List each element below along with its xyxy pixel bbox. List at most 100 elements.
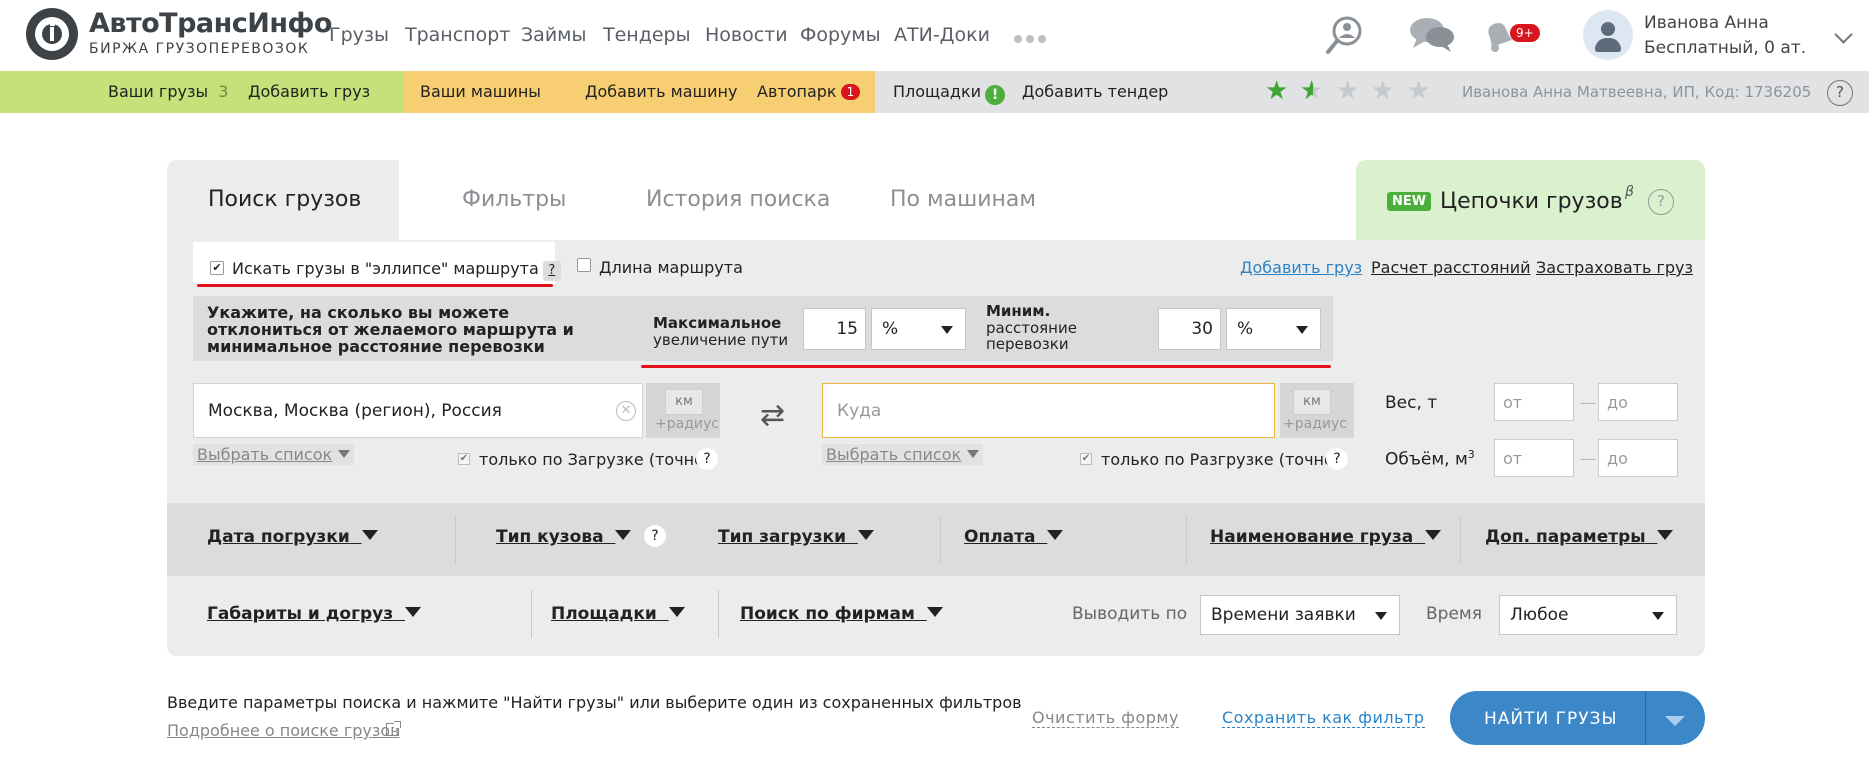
tab-by-trucks[interactable]: По машинам [890, 187, 1036, 212]
tab-search-history[interactable]: История поиска [646, 187, 830, 212]
from-choose-list-label: Выбрать список [197, 445, 333, 464]
to-radius-km[interactable]: км [1293, 389, 1331, 415]
to-choose-list-label: Выбрать список [826, 445, 962, 464]
body-type-help-button[interactable]: ? [644, 525, 666, 547]
ellipse-label: Искать грузы в "эллипсе" маршрута? [232, 259, 561, 281]
max-increase-unit-select[interactable]: % [871, 308, 966, 350]
divider [1186, 516, 1187, 564]
nav-transport[interactable]: Транспорт [405, 24, 510, 46]
fleet-link[interactable]: Автопарк 1 [757, 82, 861, 101]
nav-forums[interactable]: Форумы [800, 24, 881, 46]
volume-unit-sup: 3 [1467, 448, 1475, 461]
add-cargo-link[interactable]: Добавить груз [248, 82, 370, 101]
volume-label-text: Объём, м [1385, 449, 1468, 470]
logo-icon[interactable] [26, 8, 78, 60]
filter-company-search[interactable]: Поиск по фирмам [740, 604, 943, 624]
min-distance-unit-select[interactable]: % [1226, 308, 1321, 350]
filter-payment-label: Оплата [964, 527, 1036, 547]
search-hint: Введите параметры поиска и нажмите "Найт… [167, 693, 1022, 712]
nav-cargo[interactable]: Грузы [329, 24, 389, 46]
chevron-down-icon[interactable] [1834, 25, 1853, 44]
nav-news[interactable]: Новости [705, 24, 788, 46]
add-cargo-inline-link[interactable]: Добавить груз [1240, 258, 1362, 277]
only-loading-checkbox[interactable]: ✔ [458, 453, 470, 465]
time-select[interactable]: Любое [1499, 595, 1677, 635]
from-city-input[interactable]: Москва, Москва (регион), Россия [193, 383, 643, 438]
max-unit-value: % [882, 319, 899, 339]
ellipse-checkbox[interactable]: ✔ [210, 261, 224, 275]
tab-search-cargo[interactable]: Поиск грузов [208, 187, 361, 212]
avatar[interactable] [1583, 10, 1633, 60]
add-tender-link[interactable]: Добавить тендер [1022, 82, 1168, 101]
add-truck-link[interactable]: Добавить машину [585, 82, 737, 101]
swap-direction-icon[interactable]: ⇄ [760, 398, 785, 433]
my-trucks-link[interactable]: Ваши машины [420, 82, 541, 101]
rating-star-empty-icon[interactable]: ★ [1407, 78, 1430, 104]
only-unloading-help-button[interactable]: ? [1326, 448, 1348, 470]
more-about-search-link[interactable]: Подробнее о поиске грузов [167, 721, 400, 740]
divider [1460, 516, 1461, 564]
search-people-icon[interactable] [1325, 14, 1365, 56]
platforms-link[interactable]: Площадки! [893, 82, 1006, 105]
only-loading-help-button[interactable]: ? [696, 448, 718, 470]
nav-ati-docs[interactable]: АТИ-Доки [894, 24, 990, 46]
filter-load-type-label: Тип загрузки [718, 527, 846, 547]
clear-form-button[interactable]: Очистить форму [1032, 708, 1179, 728]
rating-star-empty-icon[interactable]: ★ [1336, 78, 1359, 104]
external-link-icon[interactable] [386, 721, 401, 736]
more-menu-icon[interactable] [1014, 28, 1050, 47]
nav-loans[interactable]: Займы [521, 24, 587, 46]
from-radius-km[interactable]: км [665, 389, 703, 415]
filter-load-date[interactable]: Дата погрузки [207, 527, 378, 547]
brand-title[interactable]: АвтоТрансИнфо [89, 8, 332, 39]
cargo-chains-label[interactable]: Цепочки грузов [1440, 189, 1623, 214]
sort-value: Времени заявки [1211, 605, 1356, 625]
to-city-input[interactable]: Куда [822, 383, 1275, 438]
filter-load-type[interactable]: Тип загрузки [718, 527, 874, 547]
min-distance-input[interactable]: 30 [1158, 308, 1221, 350]
help-button[interactable]: ? [1827, 80, 1853, 106]
weight-from-input[interactable]: от [1494, 383, 1574, 421]
min-distance-sub2: перевозки [986, 335, 1069, 353]
sort-label: Выводить по [1072, 604, 1188, 624]
nav-tenders[interactable]: Тендеры [603, 24, 691, 46]
filter-extra-params[interactable]: Доп. параметры [1485, 527, 1674, 547]
my-cargo-link[interactable]: Ваши грузы 3 [108, 82, 228, 101]
platforms-badge: ! [985, 85, 1006, 105]
distance-calc-link[interactable]: Расчет расстояний [1371, 258, 1531, 277]
chevron-down-icon[interactable] [1665, 716, 1685, 726]
ellipse-help-button[interactable]: ? [542, 261, 561, 281]
route-length-checkbox[interactable] [577, 258, 591, 272]
volume-label: Объём, м3 [1385, 448, 1475, 470]
volume-from-input[interactable]: от [1494, 439, 1574, 477]
filter-body-type[interactable]: Тип кузова [496, 527, 632, 547]
filter-payment[interactable]: Оплата [964, 527, 1064, 547]
find-cargo-label[interactable]: НАЙТИ ГРУЗЫ [1484, 709, 1618, 729]
tab-filters[interactable]: Фильтры [462, 187, 566, 212]
rating-star-empty-icon[interactable]: ★ [1371, 78, 1394, 104]
filter-cargo-name[interactable]: Наименование груза [1210, 527, 1442, 547]
filter-load-date-label: Дата погрузки [207, 527, 350, 547]
clear-icon[interactable]: ✕ [616, 401, 636, 421]
user-plan: Бесплатный, 0 ат. [1644, 38, 1807, 58]
weight-to-input[interactable]: до [1598, 383, 1678, 421]
chat-icon[interactable] [1409, 16, 1455, 54]
user-name[interactable]: Иванова Анна [1644, 13, 1769, 33]
rating-star-icon[interactable]: ★ [1265, 78, 1288, 104]
volume-to-input[interactable]: до [1598, 439, 1678, 477]
filter-dimensions[interactable]: Габариты и догруз [207, 604, 421, 624]
filter-platforms[interactable]: Площадки [551, 604, 685, 624]
profile-info[interactable]: Иванова Анна Матвеевна, ИП, Код: 1736205 [1462, 83, 1811, 101]
max-increase-input[interactable]: 15 [803, 308, 866, 350]
save-filter-button[interactable]: Сохранить как фильтр [1222, 708, 1425, 728]
from-choose-list[interactable]: Выбрать список [193, 444, 355, 465]
sort-select[interactable]: Времени заявки [1200, 595, 1400, 635]
from-radius-label: +радиус [655, 416, 719, 432]
chains-help-button[interactable]: ? [1648, 189, 1674, 215]
insure-cargo-link[interactable]: Застраховать груз [1536, 258, 1693, 277]
to-choose-list[interactable]: Выбрать список [822, 444, 984, 465]
min-unit-value: % [1237, 319, 1254, 339]
only-unloading-checkbox[interactable]: ✔ [1080, 453, 1092, 465]
beta-mark: β [1625, 184, 1634, 200]
rating-star-half-icon[interactable]: ★ ★ [1300, 78, 1323, 104]
